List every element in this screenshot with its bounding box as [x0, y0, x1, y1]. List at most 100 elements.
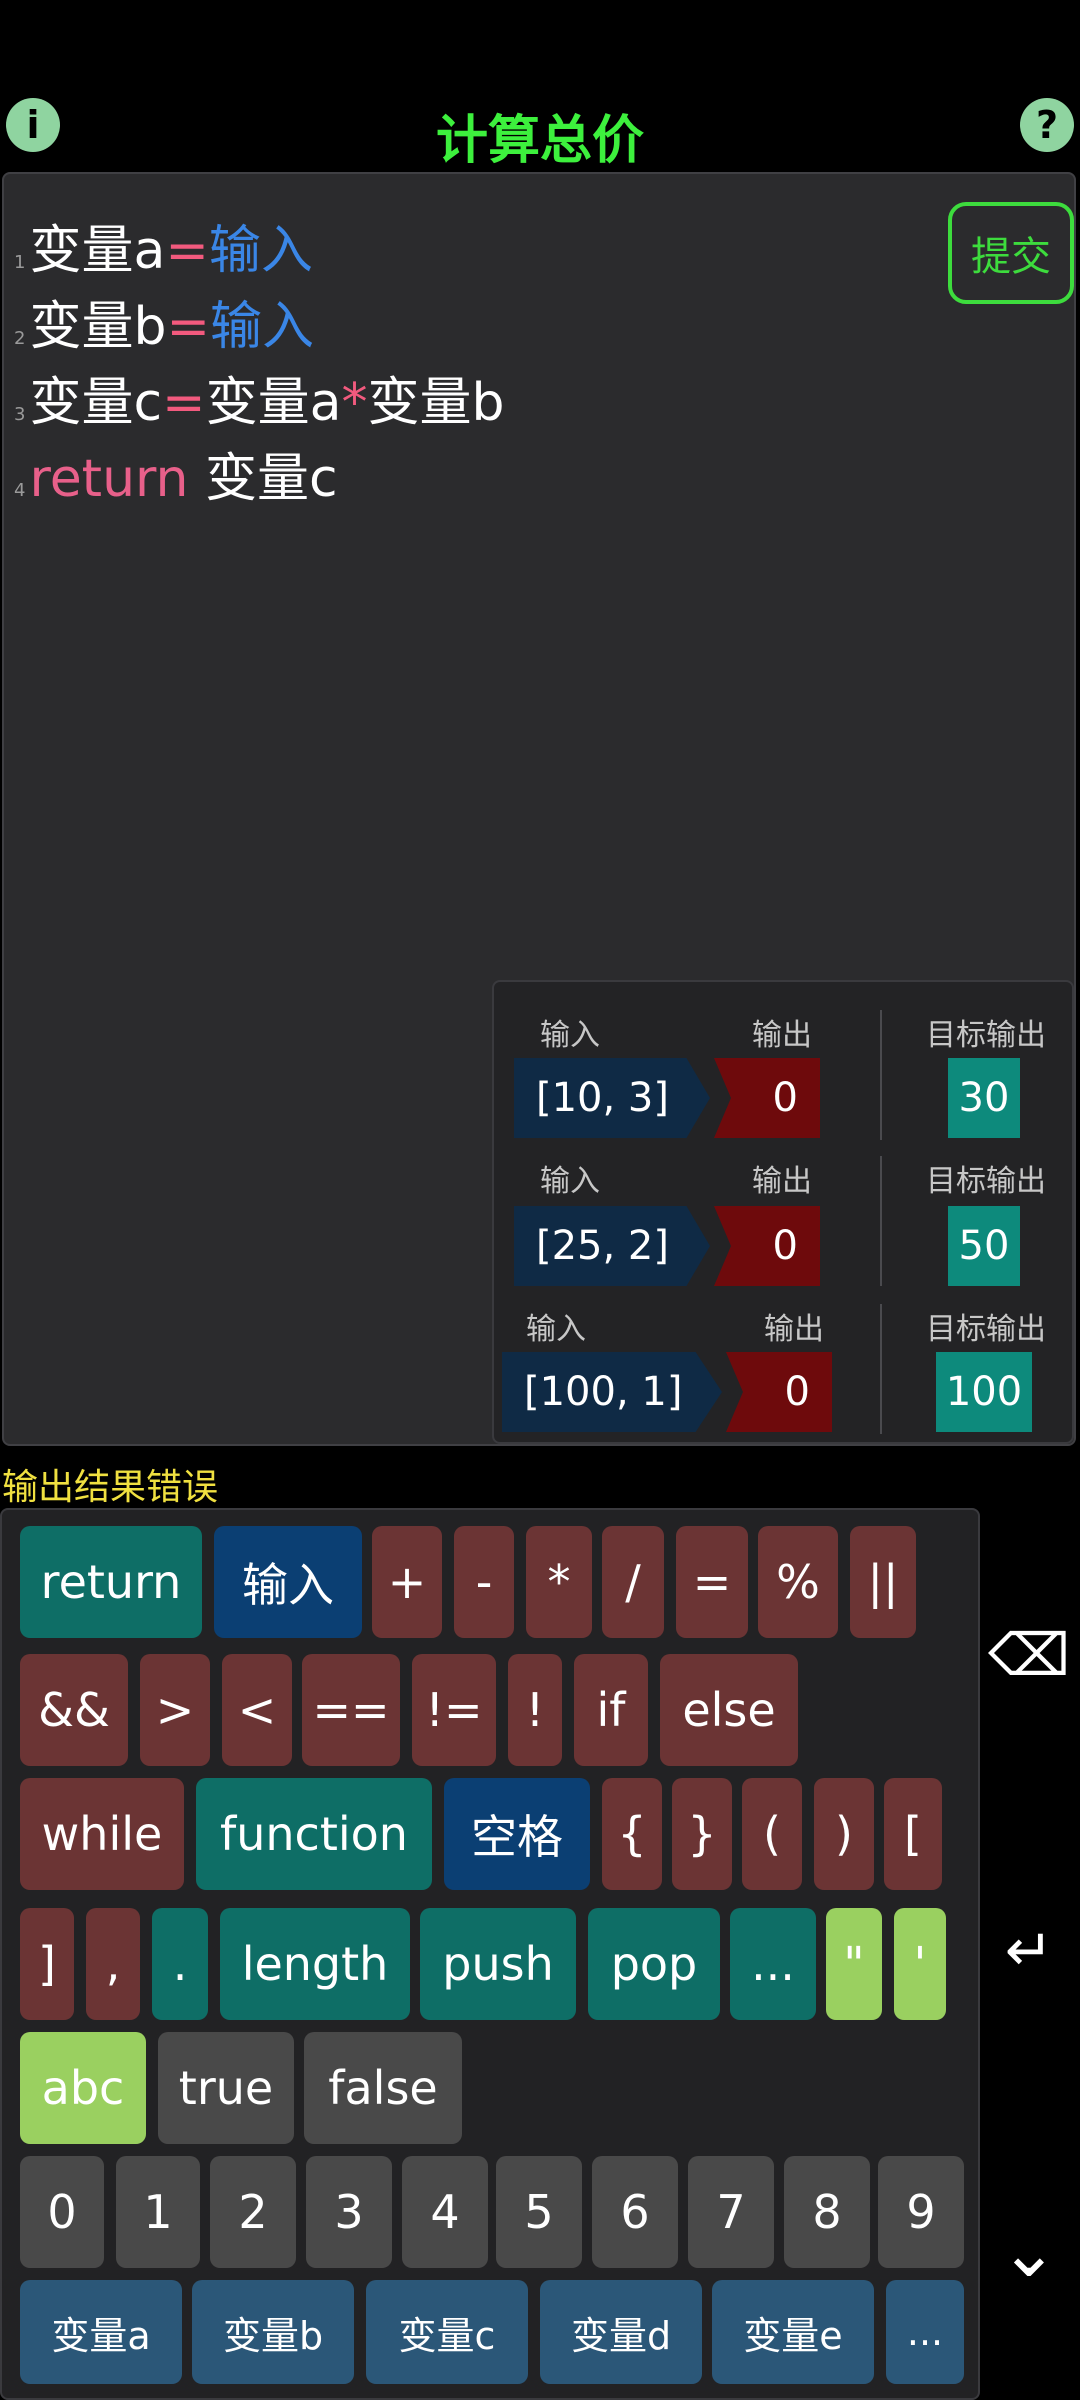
test-output: 0: [714, 1058, 820, 1138]
key-and[interactable]: &&: [20, 1654, 128, 1766]
test-target: 30: [948, 1058, 1020, 1138]
input-token[interactable]: 输入: [209, 221, 313, 281]
operator-token[interactable]: *: [342, 373, 368, 433]
key-divide[interactable]: /: [602, 1526, 664, 1638]
key-not[interactable]: !: [508, 1654, 562, 1766]
key-equal-equal[interactable]: ==: [302, 1654, 400, 1766]
target-label: 目标输出: [926, 1164, 1046, 1199]
variable-token[interactable]: 变量c: [29, 373, 162, 433]
key-more-vars[interactable]: ...: [886, 2280, 964, 2384]
operator-token[interactable]: =: [166, 297, 210, 357]
input-label: 输入: [540, 1164, 600, 1199]
submit-button[interactable]: 提交: [948, 202, 1074, 304]
key-left-paren[interactable]: (: [742, 1778, 802, 1890]
key-if[interactable]: if: [574, 1654, 648, 1766]
key-function[interactable]: function: [196, 1778, 432, 1890]
key-2[interactable]: 2: [210, 2156, 296, 2268]
key-push[interactable]: push: [420, 1908, 576, 2020]
line-number: 1: [14, 252, 26, 273]
key-else[interactable]: else: [660, 1654, 798, 1766]
input-token[interactable]: 输入: [210, 297, 314, 357]
key-pop[interactable]: pop: [588, 1908, 720, 2020]
line-number: 3: [14, 404, 26, 425]
key-less[interactable]: <: [222, 1654, 292, 1766]
key-9[interactable]: 9: [878, 2156, 964, 2268]
key-false[interactable]: false: [304, 2032, 462, 2144]
variable-token[interactable]: 变量b: [368, 373, 505, 433]
operator-token[interactable]: =: [162, 373, 206, 433]
code-line[interactable]: 1变量a=输入: [14, 208, 313, 283]
key-5[interactable]: 5: [496, 2156, 582, 2268]
output-label: 输出: [764, 1312, 824, 1347]
output-label: 输出: [752, 1018, 812, 1053]
key-abc[interactable]: abc: [20, 2032, 146, 2144]
key-8[interactable]: 8: [784, 2156, 870, 2268]
key-6[interactable]: 6: [592, 2156, 678, 2268]
key-double-quote[interactable]: ": [826, 1908, 882, 2020]
target-label: 目标输出: [926, 1312, 1046, 1347]
key-not-equal[interactable]: !=: [412, 1654, 496, 1766]
key-return[interactable]: return: [20, 1526, 202, 1638]
key-true[interactable]: true: [158, 2032, 294, 2144]
key-var-c[interactable]: 变量c: [366, 2280, 528, 2384]
key-input[interactable]: 输入: [214, 1526, 362, 1638]
output-label: 输出: [752, 1164, 812, 1199]
input-label: 输入: [526, 1312, 586, 1347]
page-title: 计算总价: [435, 111, 644, 171]
key-single-quote[interactable]: ': [894, 1908, 946, 2020]
test-output: 0: [726, 1352, 832, 1432]
key-equals[interactable]: =: [676, 1526, 748, 1638]
key-var-b[interactable]: 变量b: [192, 2280, 354, 2384]
key-greater[interactable]: >: [140, 1654, 210, 1766]
test-input: [100, 1]: [502, 1352, 722, 1432]
keyword-token[interactable]: return: [29, 449, 188, 509]
test-target: 100: [936, 1352, 1032, 1432]
divider: [880, 1010, 882, 1140]
key-right-bracket[interactable]: ]: [20, 1908, 74, 2020]
key-or[interactable]: ||: [850, 1526, 916, 1638]
key-4[interactable]: 4: [402, 2156, 488, 2268]
key-left-brace[interactable]: {: [602, 1778, 662, 1890]
key-right-brace[interactable]: }: [672, 1778, 732, 1890]
key-ellipsis[interactable]: ...: [730, 1908, 816, 2020]
status-message: 输出结果错误: [2, 1467, 219, 1508]
code-line[interactable]: 3变量c=变量a*变量b: [14, 360, 505, 435]
key-while[interactable]: while: [20, 1778, 184, 1890]
test-input: [25, 2]: [514, 1206, 710, 1286]
key-right-paren[interactable]: ): [814, 1778, 874, 1890]
key-var-d[interactable]: 变量d: [540, 2280, 702, 2384]
key-length[interactable]: length: [220, 1908, 410, 2020]
line-number: 4: [14, 480, 26, 501]
key-left-bracket[interactable]: [: [884, 1778, 942, 1890]
key-var-e[interactable]: 变量e: [712, 2280, 874, 2384]
key-0[interactable]: 0: [20, 2156, 104, 2268]
key-modulo[interactable]: %: [758, 1526, 838, 1638]
key-minus[interactable]: -: [454, 1526, 514, 1638]
help-icon[interactable]: ?: [1020, 98, 1074, 152]
variable-token[interactable]: 变量a: [206, 373, 342, 433]
collapse-keyboard-icon[interactable]: ⌄: [994, 2211, 1064, 2293]
line-number: 2: [14, 328, 26, 349]
key-plus[interactable]: +: [372, 1526, 442, 1638]
key-7[interactable]: 7: [688, 2156, 774, 2268]
variable-token[interactable]: 变量a: [29, 221, 165, 281]
key-multiply[interactable]: *: [526, 1526, 592, 1638]
key-comma[interactable]: ,: [86, 1908, 140, 2020]
enter-icon[interactable]: ↵: [994, 1912, 1064, 1988]
key-3[interactable]: 3: [306, 2156, 392, 2268]
target-label: 目标输出: [926, 1018, 1046, 1053]
divider: [880, 1156, 882, 1286]
key-dot[interactable]: .: [152, 1908, 208, 2020]
backspace-icon[interactable]: ⌫: [988, 1620, 1070, 1690]
code-line[interactable]: 2变量b=输入: [14, 284, 314, 359]
operator-token[interactable]: =: [165, 221, 209, 281]
key-var-a[interactable]: 变量a: [20, 2280, 182, 2384]
test-input: [10, 3]: [514, 1058, 710, 1138]
variable-token[interactable]: 变量c: [205, 449, 338, 509]
variable-token[interactable]: 变量b: [29, 297, 166, 357]
code-keyboard: return 输入 + - * / = % || && > < == != ! …: [0, 1508, 980, 2400]
divider: [880, 1304, 882, 1434]
key-space[interactable]: 空格: [444, 1778, 590, 1890]
key-1[interactable]: 1: [116, 2156, 200, 2268]
code-line[interactable]: 4return 变量c: [14, 436, 338, 511]
